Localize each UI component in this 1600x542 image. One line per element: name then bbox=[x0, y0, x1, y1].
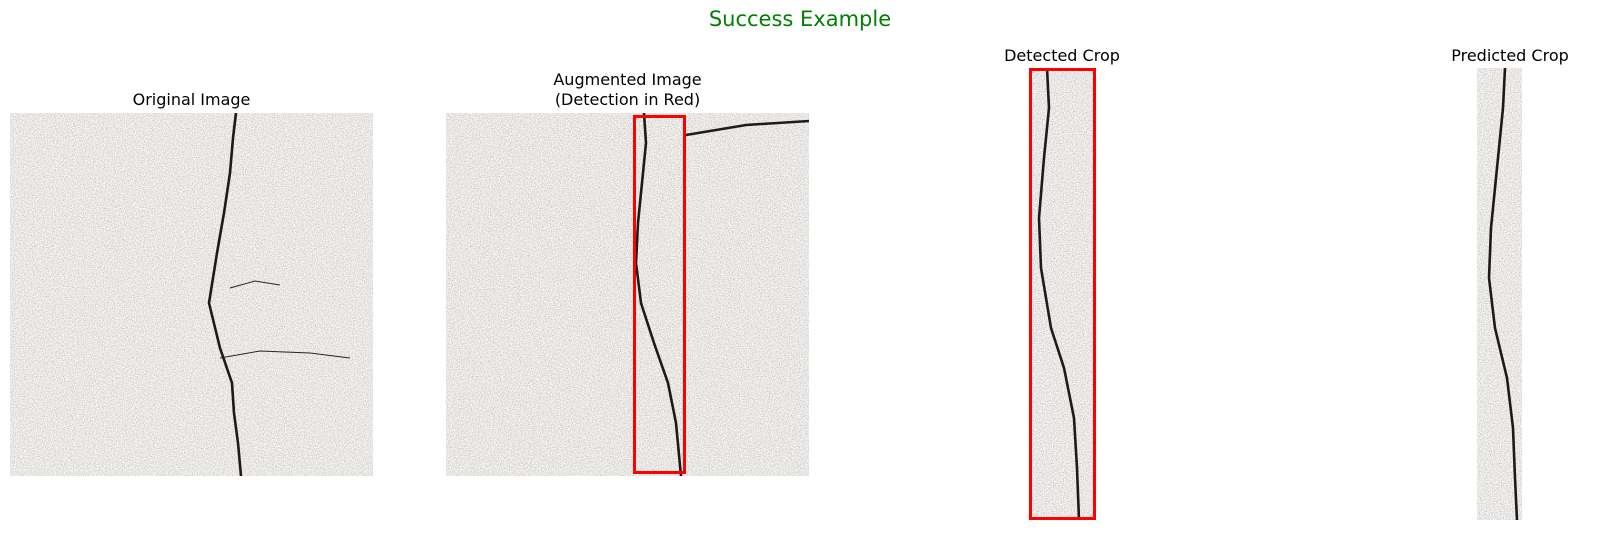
detection-box bbox=[633, 115, 686, 474]
predicted-crop bbox=[1477, 68, 1522, 520]
detected-crop-border bbox=[1029, 68, 1096, 520]
figure-title: Success Example bbox=[708, 7, 892, 31]
panel-title-augmented: Augmented Image (Detection in Red) bbox=[553, 70, 702, 109]
panel-title-original: Original Image bbox=[132, 90, 251, 109]
detected-crop bbox=[1029, 68, 1096, 520]
panel-title-predicted: Predicted Crop bbox=[1451, 46, 1569, 65]
original-image bbox=[10, 113, 373, 476]
panel-title-detected: Detected Crop bbox=[1004, 46, 1120, 65]
augmented-image bbox=[446, 113, 809, 476]
